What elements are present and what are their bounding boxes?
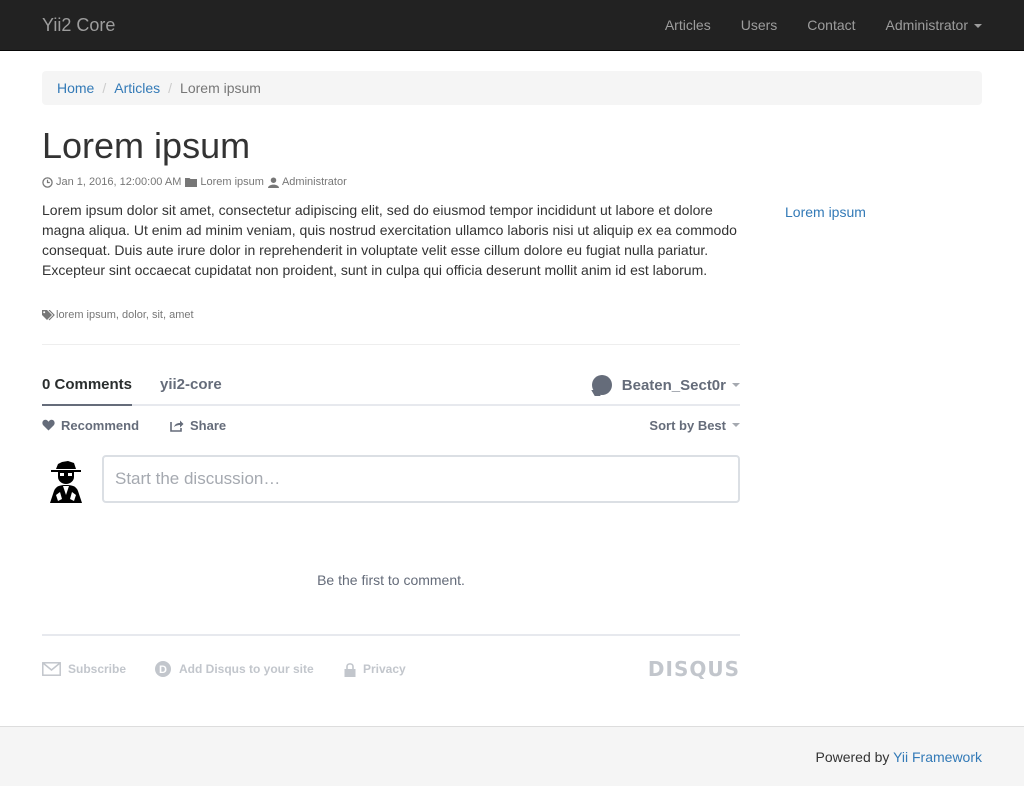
nav-menu: Articles Users Contact Administrator xyxy=(650,0,982,50)
breadcrumb: Home / Articles / Lorem ipsum xyxy=(42,71,982,105)
user-icon xyxy=(267,176,279,188)
share-label: Share xyxy=(190,417,227,433)
user-menu[interactable]: Beaten_Sect0r xyxy=(591,366,740,404)
article-tags: lorem ipsum, dolor, sit, amet xyxy=(42,309,194,321)
sidebar-link[interactable]: Lorem ipsum xyxy=(785,204,866,220)
spy-avatar-icon xyxy=(42,455,90,503)
tab-comments[interactable]: 0 Comments xyxy=(42,366,133,406)
breadcrumb-current: Lorem ipsum xyxy=(180,80,261,96)
article-meta: Jan 1, 2016, 12:00:00 AM Lorem ipsum Adm… xyxy=(42,175,351,189)
recommend-label: Recommend xyxy=(61,417,140,433)
nav-item-articles[interactable]: Articles xyxy=(650,0,726,50)
article-date: Jan 1, 2016, 12:00:00 AM xyxy=(42,175,181,189)
breadcrumb-separator: / xyxy=(168,80,173,96)
tags-icon xyxy=(42,309,55,320)
share-button[interactable]: Share xyxy=(170,415,226,435)
page-title: Lorem ipsum xyxy=(42,125,251,166)
privacy-label: Privacy xyxy=(363,662,406,676)
yii-framework-link[interactable]: Yii Framework xyxy=(893,749,982,765)
sort-label: Sort by Best xyxy=(649,417,726,433)
powered-by-text: Powered by xyxy=(815,749,890,765)
nav-item-administrator-dropdown[interactable]: Administrator xyxy=(871,0,982,50)
nav-item-label: Contact xyxy=(807,17,856,33)
sort-dropdown[interactable]: Sort by Best xyxy=(649,415,740,435)
breadcrumb-articles-link[interactable]: Articles xyxy=(114,80,160,96)
nav-item-label: Articles xyxy=(664,17,711,33)
disqus-tabs: 0 Comments yii2-core Beaten_Sect0r xyxy=(42,366,740,406)
share-icon xyxy=(170,420,184,432)
empty-comments-message: Be the first to comment. xyxy=(317,572,465,588)
caret-down-icon xyxy=(732,383,740,387)
folder-icon xyxy=(185,178,198,187)
page-footer: Powered by Yii Framework xyxy=(0,726,1024,786)
add-disqus-link[interactable]: D Add Disqus to your site xyxy=(154,658,314,680)
disqus-logo[interactable]: DISQUS xyxy=(648,658,740,680)
subscribe-label: Subscribe xyxy=(68,662,127,676)
avatar[interactable] xyxy=(42,455,90,503)
article-author-text: Administrator xyxy=(281,176,347,188)
navbar: Yii2 Core Articles Users Contact Adminis… xyxy=(0,0,1024,51)
recommend-button[interactable]: Recommend xyxy=(42,415,139,435)
caret-down-icon xyxy=(974,24,982,28)
article-author[interactable]: Administrator xyxy=(267,175,347,189)
caret-down-icon xyxy=(732,423,740,427)
nav-item-users[interactable]: Users xyxy=(726,0,793,50)
chat-bubble-icon xyxy=(591,375,612,395)
breadcrumb-home-link[interactable]: Home xyxy=(57,80,94,96)
article-date-text: Jan 1, 2016, 12:00:00 AM xyxy=(56,176,182,188)
heart-icon xyxy=(42,419,55,431)
username: Beaten_Sect0r xyxy=(621,376,726,394)
breadcrumb-separator: / xyxy=(102,80,107,96)
disqus-footer: Subscribe D Add Disqus to your site Priv… xyxy=(42,658,740,680)
article-tags-text: lorem ipsum, dolor, sit, amet xyxy=(56,309,194,321)
article-category[interactable]: Lorem ipsum xyxy=(185,175,264,189)
nav-item-label: Users xyxy=(740,17,778,33)
clock-icon xyxy=(42,176,53,188)
disqus-actions: Recommend Share Sort by Best xyxy=(42,415,740,435)
add-disqus-label: Add Disqus to your site xyxy=(179,662,314,676)
envelope-icon xyxy=(42,662,61,676)
comment-input[interactable]: Start the discussion… xyxy=(102,455,740,503)
disqus-d-icon: D xyxy=(155,661,171,677)
nav-item-contact[interactable]: Contact xyxy=(792,0,870,50)
subscribe-link[interactable]: Subscribe xyxy=(42,658,126,680)
divider xyxy=(42,634,740,636)
svg-text:D: D xyxy=(159,664,167,676)
nav-item-label: Administrator xyxy=(885,17,968,33)
tab-forum[interactable]: yii2-core xyxy=(160,366,222,404)
article-body: Lorem ipsum dolor sit amet, consectetur … xyxy=(42,202,737,278)
lock-icon xyxy=(344,662,356,677)
privacy-link[interactable]: Privacy xyxy=(344,658,406,680)
article-category-text: Lorem ipsum xyxy=(200,176,264,188)
brand-link[interactable]: Yii2 Core xyxy=(42,15,115,35)
divider xyxy=(42,344,740,345)
powered-by: Powered by Yii Framework xyxy=(815,749,982,765)
